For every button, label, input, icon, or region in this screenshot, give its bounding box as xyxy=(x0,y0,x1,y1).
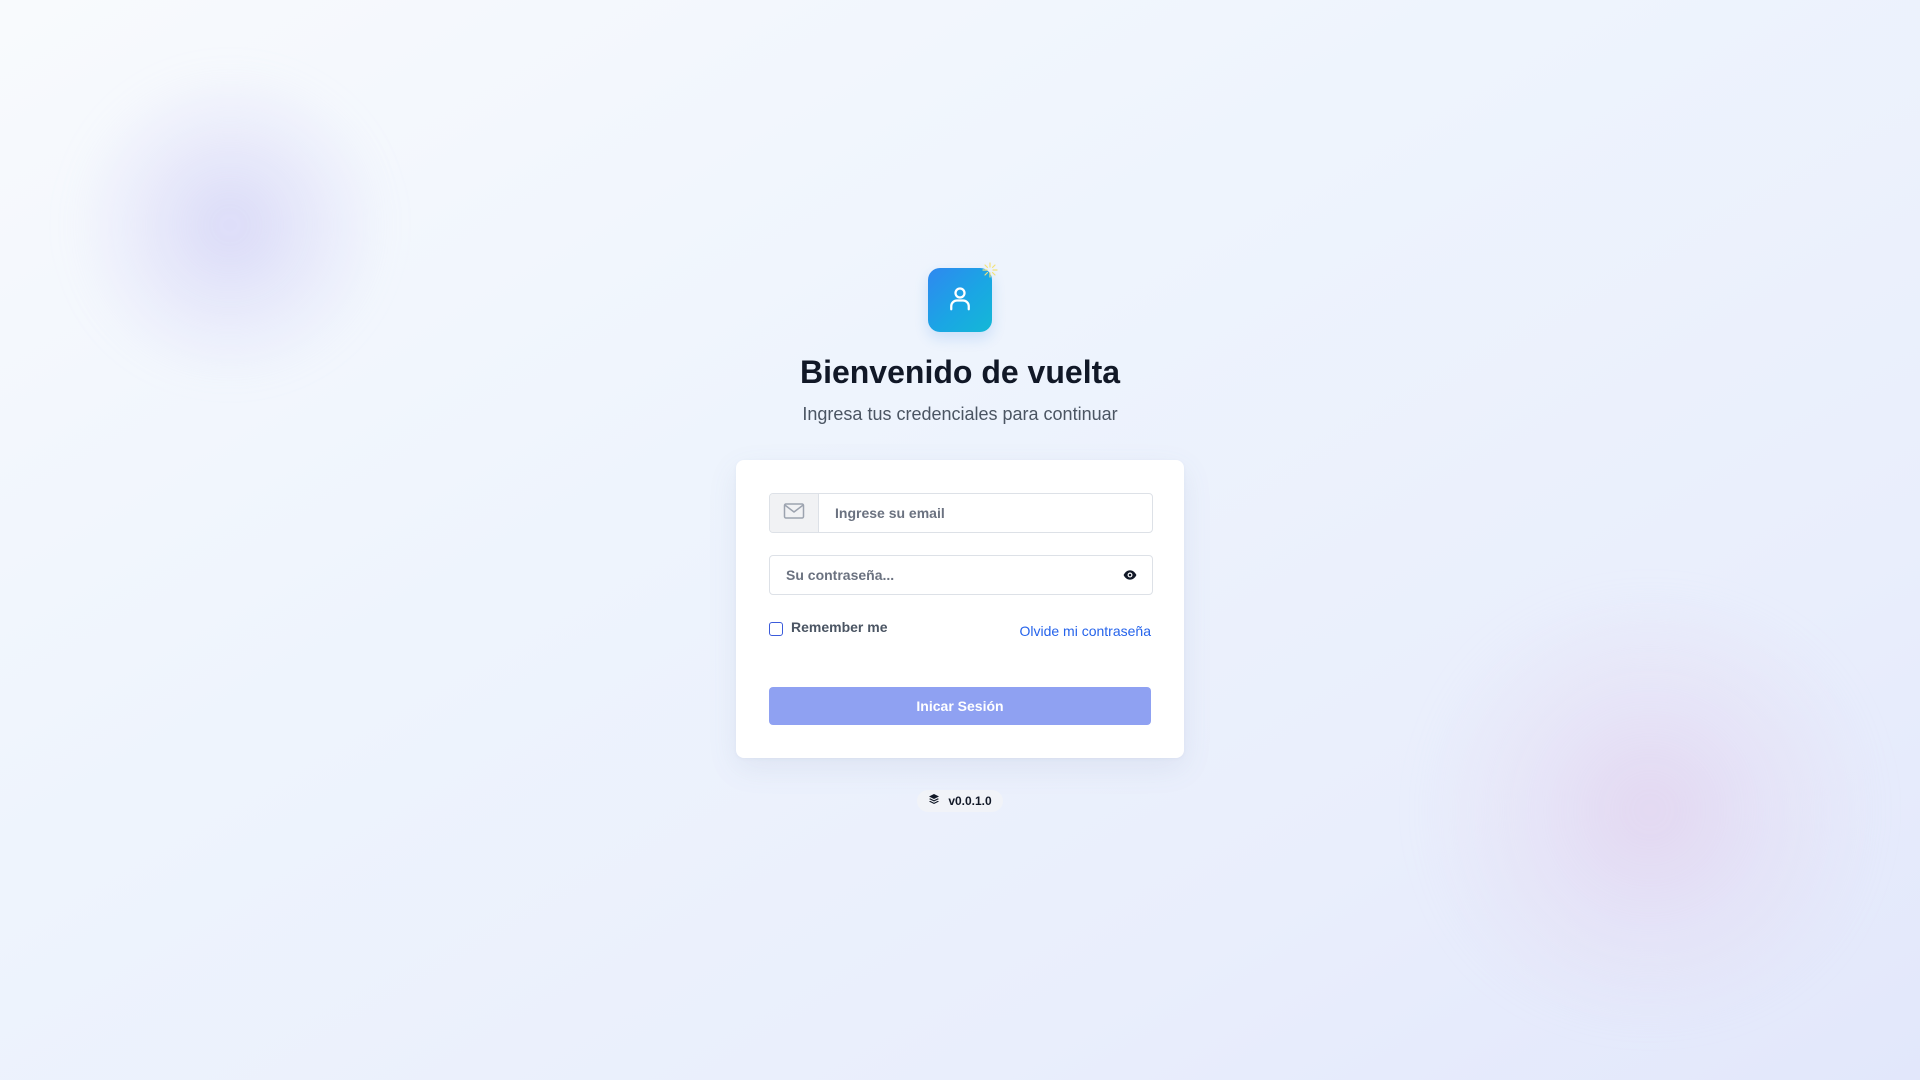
email-field-group xyxy=(769,493,1153,533)
password-input[interactable] xyxy=(770,556,1114,594)
app-logo xyxy=(928,262,998,332)
user-icon xyxy=(945,283,975,318)
background-blob-right xyxy=(1410,600,1890,1020)
background-blob-left xyxy=(70,75,390,375)
page-subtitle: Ingresa tus credenciales para continuar xyxy=(802,404,1118,424)
remember-me-label[interactable]: Remember me xyxy=(791,618,888,636)
login-button[interactable]: Inicar Sesión xyxy=(769,687,1151,725)
email-input[interactable] xyxy=(819,494,1152,532)
eye-icon[interactable] xyxy=(1114,559,1146,591)
password-field-group xyxy=(769,555,1153,595)
layers-icon xyxy=(928,792,940,810)
mail-icon xyxy=(783,502,805,525)
forgot-password-link[interactable]: Olvide mi contraseña xyxy=(1019,622,1151,640)
version-badge: v0.0.1.0 xyxy=(917,790,1003,812)
sparkle-icon xyxy=(982,262,998,278)
page-title: Bienvenido de vuelta xyxy=(799,354,1121,390)
version-label: v0.0.1.0 xyxy=(948,794,992,808)
remember-me-checkbox[interactable] xyxy=(769,622,783,636)
login-card: Remember me Olvide mi contraseña Inicar … xyxy=(736,460,1184,758)
email-addon xyxy=(770,494,819,532)
remember-me: Remember me xyxy=(769,618,888,636)
